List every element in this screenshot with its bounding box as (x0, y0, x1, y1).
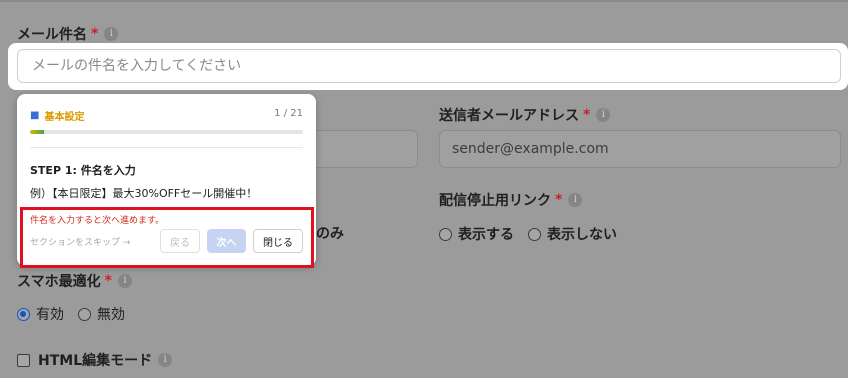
subject-input[interactable]: メールの件名を入力してください (17, 49, 841, 83)
subject-label-text: メール件名 (17, 27, 87, 43)
page-background: メール件名 * i メールの件名を入力してください 送信者メールアドレス * i… (0, 0, 848, 378)
html-mode-row: HTML編集モード i (17, 350, 173, 370)
tour-step-title: STEP 1: 件名を入力 (30, 164, 136, 177)
unsubscribe-label-text: 配信停止用リンク (439, 193, 551, 209)
tour-section-label: 基本設定 (44, 111, 85, 123)
tour-example-text: 例）【本日限定】最大30%OFFセール開催中！ (30, 187, 258, 200)
sender-email-input[interactable]: sender@example.com (439, 130, 841, 168)
tour-step-counter: 1 / 21 (274, 108, 303, 119)
tour-divider (30, 147, 303, 148)
html-mode-label: HTML編集モード (38, 353, 153, 369)
radio-show-label: 表示する (458, 227, 514, 243)
mobile-radio-group: 有効 無効 (17, 304, 125, 324)
obscured-option-label: のみ (316, 226, 344, 242)
subject-label: メール件名 * i (17, 24, 119, 44)
tour-header: ■ 基本設定 1 / 21 (30, 107, 303, 123)
mobile-label-text: スマホ最適化 (17, 274, 101, 290)
obscured-input[interactable] (310, 130, 418, 168)
radio-hide-label: 表示しない (547, 227, 617, 243)
unsubscribe-radio-group: 表示する 表示しない (439, 224, 617, 244)
radio-disabled-label: 無効 (97, 307, 125, 323)
required-mark: * (91, 26, 99, 42)
sender-email-label-text: 送信者メールアドレス (439, 108, 579, 124)
info-icon[interactable]: i (158, 353, 173, 367)
info-icon[interactable]: i (596, 108, 611, 122)
info-icon[interactable]: i (104, 27, 119, 41)
sender-email-label: 送信者メールアドレス * i (439, 105, 611, 125)
unsubscribe-label: 配信停止用リンク * i (439, 190, 583, 210)
info-icon[interactable]: i (568, 193, 583, 207)
radio-hide[interactable] (528, 227, 541, 241)
info-icon[interactable]: i (117, 274, 132, 288)
radio-show[interactable] (439, 227, 452, 241)
radio-disabled[interactable] (78, 307, 91, 321)
top-divider (0, 0, 848, 2)
required-mark: * (555, 192, 563, 208)
required-mark: * (104, 273, 112, 289)
radio-enabled-label: 有効 (36, 307, 64, 323)
mobile-label: スマホ最適化 * i (17, 271, 132, 291)
required-mark: * (583, 107, 591, 123)
html-mode-checkbox[interactable] (17, 353, 30, 367)
tour-progress-fill (30, 130, 44, 134)
tour-progress-bar (30, 130, 303, 134)
radio-enabled[interactable] (17, 307, 30, 321)
flag-icon: ■ (30, 109, 40, 121)
annotation-highlight-box (20, 207, 314, 268)
